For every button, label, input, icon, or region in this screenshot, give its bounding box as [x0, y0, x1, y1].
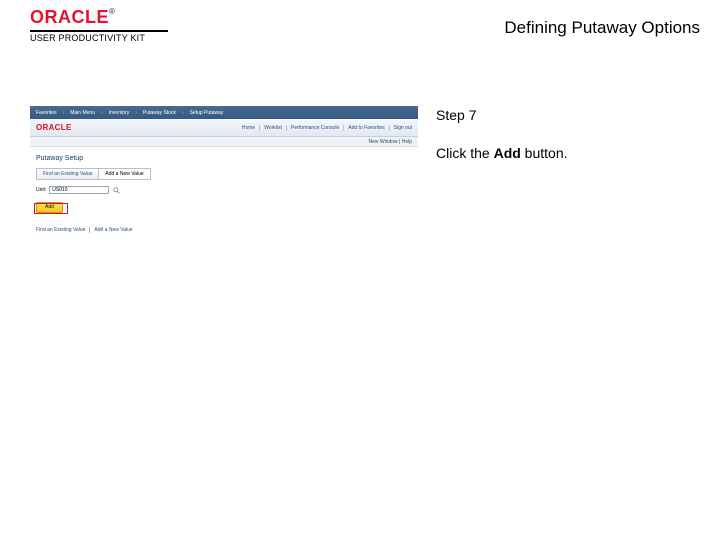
crumb-item[interactable]: Favorites [36, 110, 57, 116]
footer-link[interactable]: Add a New Value [89, 227, 132, 233]
unit-input[interactable] [49, 186, 109, 194]
lookup-icon[interactable] [112, 186, 120, 194]
brand-text: ORACLE [30, 7, 109, 27]
crumb-item[interactable]: Main Menu [70, 110, 95, 116]
screenshot: Favorites› Main Menu› Inventory› Putaway… [30, 106, 418, 233]
slide-title: Defining Putaway Options [504, 18, 700, 38]
tab-find-existing[interactable]: Find an Existing Value [36, 168, 99, 180]
add-button[interactable]: Add [36, 202, 63, 213]
tab-add-new[interactable]: Add a New Value [99, 168, 150, 180]
toolbar-link[interactable]: Add to Favorites [343, 125, 384, 131]
instruction-panel: Step 7 Click the Add button. [436, 106, 700, 233]
crumb-item[interactable]: Setup Putaway [190, 110, 224, 116]
tab-strip: Find an Existing Value Add a New Value [36, 168, 412, 180]
page-title: Putaway Setup [36, 155, 412, 162]
app-toolbar: ORACLE Home Worklist Performance Console… [30, 119, 418, 137]
toolbar-link[interactable]: Home [242, 125, 255, 131]
footer-link[interactable]: Find an Existing Value [36, 227, 85, 233]
field-label: Unit: [36, 187, 46, 193]
crumb-item[interactable]: Inventory [109, 110, 130, 116]
toolbar-link[interactable]: Sign out [389, 125, 412, 131]
app-subbar[interactable]: New Window | Help [30, 137, 418, 147]
step-label: Step 7 [436, 106, 700, 126]
app-breadcrumb: Favorites› Main Menu› Inventory› Putaway… [30, 106, 418, 119]
brand-subtitle: USER PRODUCTIVITY KIT [30, 33, 168, 43]
toolbar-link[interactable]: Performance Console [286, 125, 339, 131]
toolbar-links: Home Worklist Performance Console Add to… [242, 125, 412, 131]
footer-links: Find an Existing Value Add a New Value [30, 223, 418, 233]
app-logo: ORACLE [36, 123, 72, 132]
brand-suffix: ® [109, 7, 115, 16]
upk-logo: ORACLE® USER PRODUCTIVITY KIT [30, 8, 168, 43]
instruction-text: Click the Add button. [436, 144, 700, 164]
toolbar-link[interactable]: Worklist [259, 125, 282, 131]
crumb-item[interactable]: Putaway Stock [143, 110, 176, 116]
